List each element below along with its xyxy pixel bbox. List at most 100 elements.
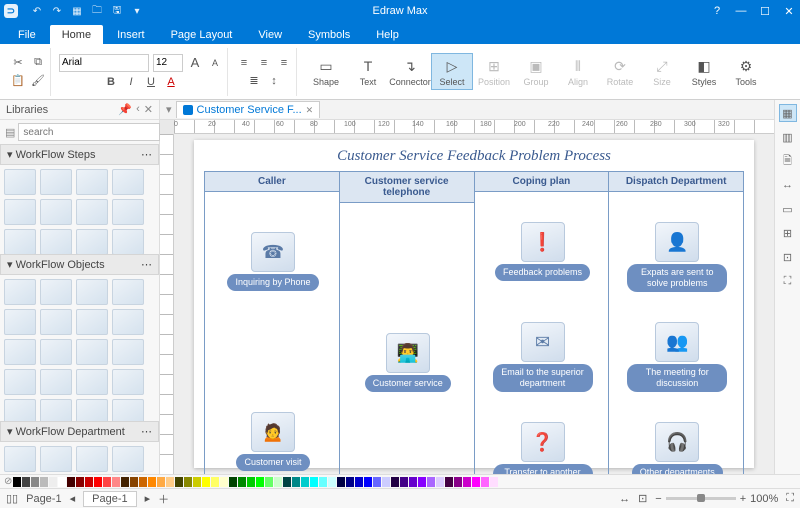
color-swatch[interactable] — [103, 477, 111, 487]
color-swatch[interactable] — [346, 477, 354, 487]
page-next-icon[interactable]: ▸ — [145, 492, 151, 505]
shape-thumb[interactable] — [112, 229, 144, 254]
shape-thumb[interactable] — [4, 199, 36, 225]
add-page-icon[interactable]: ＋ — [158, 491, 169, 507]
select-button[interactable]: ▷Select — [431, 53, 473, 90]
shape-thumb[interactable] — [76, 279, 108, 305]
color-swatch[interactable] — [382, 477, 390, 487]
node-inquiring-by-phone[interactable]: ☎Inquiring by Phone — [223, 232, 323, 291]
tab-list-icon[interactable]: ▾ — [166, 103, 172, 116]
copy-icon[interactable]: ⧉ — [30, 55, 46, 71]
color-swatch[interactable] — [238, 477, 246, 487]
color-swatch[interactable] — [364, 477, 372, 487]
canvas[interactable]: Customer Service Feedback Problem Proces… — [174, 134, 774, 474]
color-swatch[interactable] — [121, 477, 129, 487]
minimize-icon[interactable]: — — [734, 5, 748, 18]
close-tab-icon[interactable]: ✕ — [306, 105, 314, 116]
new-icon[interactable]: ▦ — [70, 4, 84, 18]
color-swatch[interactable] — [58, 477, 66, 487]
shape-thumb[interactable] — [40, 279, 72, 305]
color-swatch[interactable] — [13, 477, 21, 487]
shape-thumb[interactable] — [4, 229, 36, 254]
connector-button[interactable]: ↴Connector — [389, 54, 431, 89]
shape-thumb[interactable] — [4, 279, 36, 305]
color-swatch[interactable] — [301, 477, 309, 487]
category-workflow-department[interactable]: ▾ WorkFlow Department⋯ — [0, 421, 159, 442]
color-swatch[interactable] — [256, 477, 264, 487]
color-swatch[interactable] — [436, 477, 444, 487]
page-nav-icon[interactable]: ▯▯ — [6, 492, 18, 505]
shape-thumb[interactable] — [40, 369, 72, 395]
color-swatch[interactable] — [22, 477, 30, 487]
shape-thumb[interactable] — [40, 229, 72, 254]
color-swatch[interactable] — [454, 477, 462, 487]
color-swatch[interactable] — [274, 477, 282, 487]
search-input[interactable] — [18, 123, 160, 141]
tools-button[interactable]: ⚙Tools — [725, 54, 767, 89]
color-swatch[interactable] — [490, 477, 498, 487]
shape-thumb[interactable] — [4, 369, 36, 395]
grow-font-icon[interactable]: A — [187, 55, 203, 71]
color-swatch[interactable] — [418, 477, 426, 487]
color-swatch[interactable] — [157, 477, 165, 487]
node-feedback-problems[interactable]: ❗Feedback problems — [493, 222, 593, 281]
page-tab[interactable]: Page-1 — [83, 491, 136, 507]
color-swatch[interactable] — [67, 477, 75, 487]
shape-thumb[interactable] — [112, 279, 144, 305]
shape-thumb[interactable] — [40, 339, 72, 365]
shape-thumb[interactable] — [112, 399, 144, 421]
color-swatch[interactable] — [265, 477, 273, 487]
tab-home[interactable]: Home — [50, 25, 103, 44]
color-swatch[interactable] — [148, 477, 156, 487]
zoom-out-icon[interactable]: − — [655, 493, 661, 505]
shape-thumb[interactable] — [112, 339, 144, 365]
color-swatch[interactable] — [373, 477, 381, 487]
paste-icon[interactable]: 📋 — [10, 73, 26, 89]
node-transfer-to-another-department[interactable]: ❓Transfer to another department — [493, 422, 593, 474]
color-swatch[interactable] — [139, 477, 147, 487]
no-fill-icon[interactable]: ⊘ — [4, 476, 12, 487]
shape-thumb[interactable] — [40, 309, 72, 335]
toolstrip-button[interactable]: ▥ — [779, 128, 797, 146]
help-icon[interactable]: ? — [710, 5, 724, 18]
undo-icon[interactable]: ↶ — [30, 4, 44, 18]
color-swatch[interactable] — [292, 477, 300, 487]
color-swatch[interactable] — [445, 477, 453, 487]
color-swatch[interactable] — [481, 477, 489, 487]
shape-thumb[interactable] — [76, 169, 108, 195]
color-swatch[interactable] — [391, 477, 399, 487]
shape-thumb[interactable] — [112, 369, 144, 395]
color-swatch[interactable] — [184, 477, 192, 487]
tab-insert[interactable]: Insert — [105, 25, 157, 44]
shape-thumb[interactable] — [76, 399, 108, 421]
underline-icon[interactable]: U — [143, 74, 159, 90]
color-swatch[interactable] — [130, 477, 138, 487]
node-other-departments[interactable]: 🎧Other departments — [627, 422, 727, 474]
align-center-icon[interactable]: ≡ — [256, 55, 272, 71]
shape-thumb[interactable] — [76, 369, 108, 395]
color-swatch[interactable] — [175, 477, 183, 487]
shape-thumb[interactable] — [40, 446, 72, 472]
color-swatch[interactable] — [166, 477, 174, 487]
line-spacing-icon[interactable]: ↕ — [266, 73, 282, 89]
open-icon[interactable]: 🗀 — [90, 4, 104, 18]
shape-thumb[interactable] — [40, 399, 72, 421]
shape-thumb[interactable] — [76, 309, 108, 335]
shape-thumb[interactable] — [112, 446, 144, 472]
node-customer-visit[interactable]: 🙍Customer visit — [223, 412, 323, 471]
color-swatch[interactable] — [310, 477, 318, 487]
styles-button[interactable]: ◧Styles — [683, 54, 725, 89]
shape-thumb[interactable] — [40, 169, 72, 195]
close-icon[interactable]: ✕ — [782, 5, 796, 18]
shape-thumb[interactable] — [112, 169, 144, 195]
node-the-meeting-for-discussion[interactable]: 👥The meeting for discussion — [627, 322, 727, 392]
document-tab[interactable]: Customer Service F... ✕ — [176, 101, 321, 118]
page-prev-icon[interactable]: ◂ — [70, 492, 76, 505]
font-size-input[interactable] — [153, 54, 183, 72]
toolstrip-button[interactable]: ⊡ — [779, 248, 797, 266]
zoom-slider[interactable] — [666, 497, 736, 500]
save-icon[interactable]: 🖫 — [110, 4, 124, 18]
format-painter-icon[interactable]: 🖌 — [30, 73, 46, 89]
toolstrip-button[interactable]: ▭ — [779, 200, 797, 218]
shape-thumb[interactable] — [76, 229, 108, 254]
